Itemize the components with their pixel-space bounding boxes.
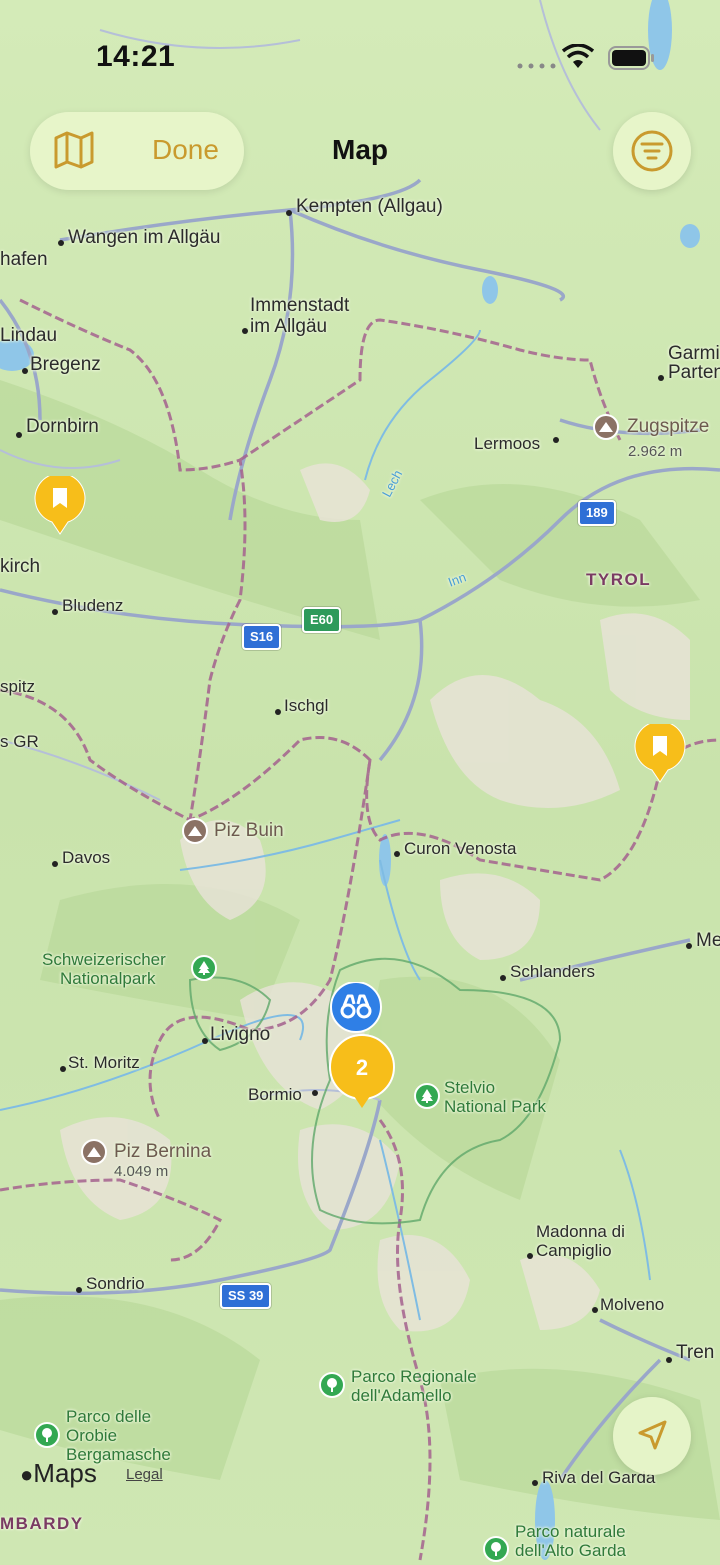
- place-label[interactable]: Bregenz: [30, 354, 101, 376]
- peak-label[interactable]: Piz Buin: [214, 820, 284, 842]
- place-label[interactable]: Dornbirn: [26, 416, 99, 438]
- peak-label[interactable]: Piz Bernina: [114, 1141, 211, 1163]
- status-bar: 14:21: [0, 0, 720, 110]
- maps-brand: Maps: [33, 1458, 97, 1488]
- place-label[interactable]: Curon Venosta: [404, 839, 516, 859]
- place-label[interactable]: Parten: [668, 362, 720, 384]
- mountain-icon[interactable]: [593, 414, 619, 440]
- place-dot: [202, 1038, 208, 1044]
- place-dot: [58, 240, 64, 246]
- place-label[interactable]: Kempten (Allgau): [296, 196, 443, 218]
- road-shield: SS 39: [220, 1283, 272, 1309]
- park-label[interactable]: Nationalpark: [60, 969, 155, 989]
- place-label[interactable]: Me: [696, 930, 720, 952]
- tree-icon[interactable]: [483, 1536, 509, 1562]
- place-label[interactable]: hafen: [0, 249, 48, 271]
- place-dot: [527, 1253, 533, 1259]
- place-dot: [686, 943, 692, 949]
- park-label[interactable]: Stelvio: [444, 1078, 495, 1098]
- place-dot: [22, 368, 28, 374]
- place-label[interactable]: Livigno: [210, 1024, 270, 1046]
- park-label[interactable]: Orobie: [66, 1426, 117, 1446]
- bookmark-marker[interactable]: [34, 472, 86, 541]
- maps-logo: ●Maps: [20, 1458, 97, 1489]
- place-label[interactable]: Tren: [676, 1342, 714, 1364]
- tree-icon[interactable]: [191, 955, 217, 981]
- status-time: 14:21: [96, 40, 176, 73]
- tree-icon[interactable]: [34, 1422, 60, 1448]
- place-dot: [532, 1480, 538, 1486]
- road-shield: S16: [242, 624, 282, 650]
- place-dot: [286, 210, 292, 216]
- location-button[interactable]: [613, 1397, 691, 1475]
- park-label[interactable]: National Park: [444, 1097, 546, 1117]
- binoculars-icon: [330, 981, 382, 1033]
- region-label: TYROL: [586, 570, 652, 589]
- tree-icon[interactable]: [414, 1083, 440, 1109]
- bookmark-icon: [34, 472, 86, 535]
- filter-icon: [631, 130, 673, 172]
- battery-icon: [608, 46, 656, 75]
- place-label[interactable]: Madonna di: [536, 1222, 625, 1242]
- peak-label[interactable]: Zugspitze: [627, 416, 709, 438]
- mountain-icon[interactable]: [81, 1139, 107, 1165]
- peak-elevation: 4.049 m: [114, 1163, 169, 1180]
- bookmark-icon: [634, 720, 686, 783]
- place-dot: [52, 609, 58, 615]
- place-dot: [60, 1066, 66, 1072]
- place-dot: [242, 328, 248, 334]
- park-label[interactable]: Schweizerischer: [42, 950, 166, 970]
- place-label[interactable]: Molveno: [600, 1295, 664, 1315]
- park-label[interactable]: Parco Regionale: [351, 1367, 477, 1387]
- place-dot: [16, 432, 22, 438]
- place-label[interactable]: Immenstadt: [250, 295, 349, 317]
- place-label[interactable]: Lindau: [0, 325, 57, 347]
- place-dot: [312, 1090, 318, 1096]
- place-label[interactable]: Schlanders: [510, 962, 595, 982]
- place-label[interactable]: Sondrio: [86, 1274, 145, 1294]
- place-dot: [52, 861, 58, 867]
- place-dot: [592, 1307, 598, 1313]
- place-label[interactable]: St. Moritz: [68, 1053, 140, 1073]
- place-dot: [275, 709, 281, 715]
- mountain-icon[interactable]: [182, 818, 208, 844]
- bookmark-marker[interactable]: [634, 720, 686, 789]
- place-dot: [666, 1357, 672, 1363]
- cluster-count: 2: [355, 1055, 369, 1080]
- park-label[interactable]: dell'Alto Garda: [515, 1541, 626, 1561]
- place-label[interactable]: Bormio: [248, 1085, 302, 1105]
- place-label[interactable]: spitz: [0, 677, 35, 697]
- place-label[interactable]: Bludenz: [62, 596, 123, 616]
- filter-button[interactable]: [613, 112, 691, 190]
- location-arrow-icon: [638, 1420, 667, 1450]
- park-label[interactable]: Parco naturale: [515, 1522, 626, 1542]
- place-label[interactable]: s GR: [0, 732, 39, 752]
- road-shield: E60: [302, 607, 342, 633]
- tree-icon[interactable]: [319, 1372, 345, 1398]
- place-label[interactable]: im Allgäu: [250, 316, 327, 338]
- place-label[interactable]: kirch: [0, 556, 40, 578]
- park-label[interactable]: dell'Adamello: [351, 1386, 452, 1406]
- wifi-icon: [561, 43, 595, 75]
- place-dot: [500, 975, 506, 981]
- place-label[interactable]: Wangen im Allgäu: [68, 227, 220, 249]
- place-label[interactable]: Davos: [62, 848, 110, 868]
- place-label[interactable]: Lermoos: [474, 434, 540, 454]
- place-dot: [76, 1287, 82, 1293]
- place-label[interactable]: Ischgl: [284, 696, 328, 716]
- apple-icon: ●: [20, 1462, 34, 1487]
- place-dot: [553, 437, 559, 443]
- peak-elevation: 2.962 m: [628, 443, 683, 460]
- place-dot: [394, 851, 400, 857]
- place-dot: [658, 375, 664, 381]
- road-shield: 189: [578, 500, 616, 526]
- park-label[interactable]: Parco delle: [66, 1407, 151, 1427]
- legal-link[interactable]: Legal: [126, 1466, 163, 1483]
- page-title: Map: [332, 134, 388, 165]
- place-label[interactable]: Campiglio: [536, 1241, 612, 1261]
- region-label: MBARDY: [0, 1514, 84, 1533]
- cluster-marker[interactable]: 2: [328, 1034, 396, 1115]
